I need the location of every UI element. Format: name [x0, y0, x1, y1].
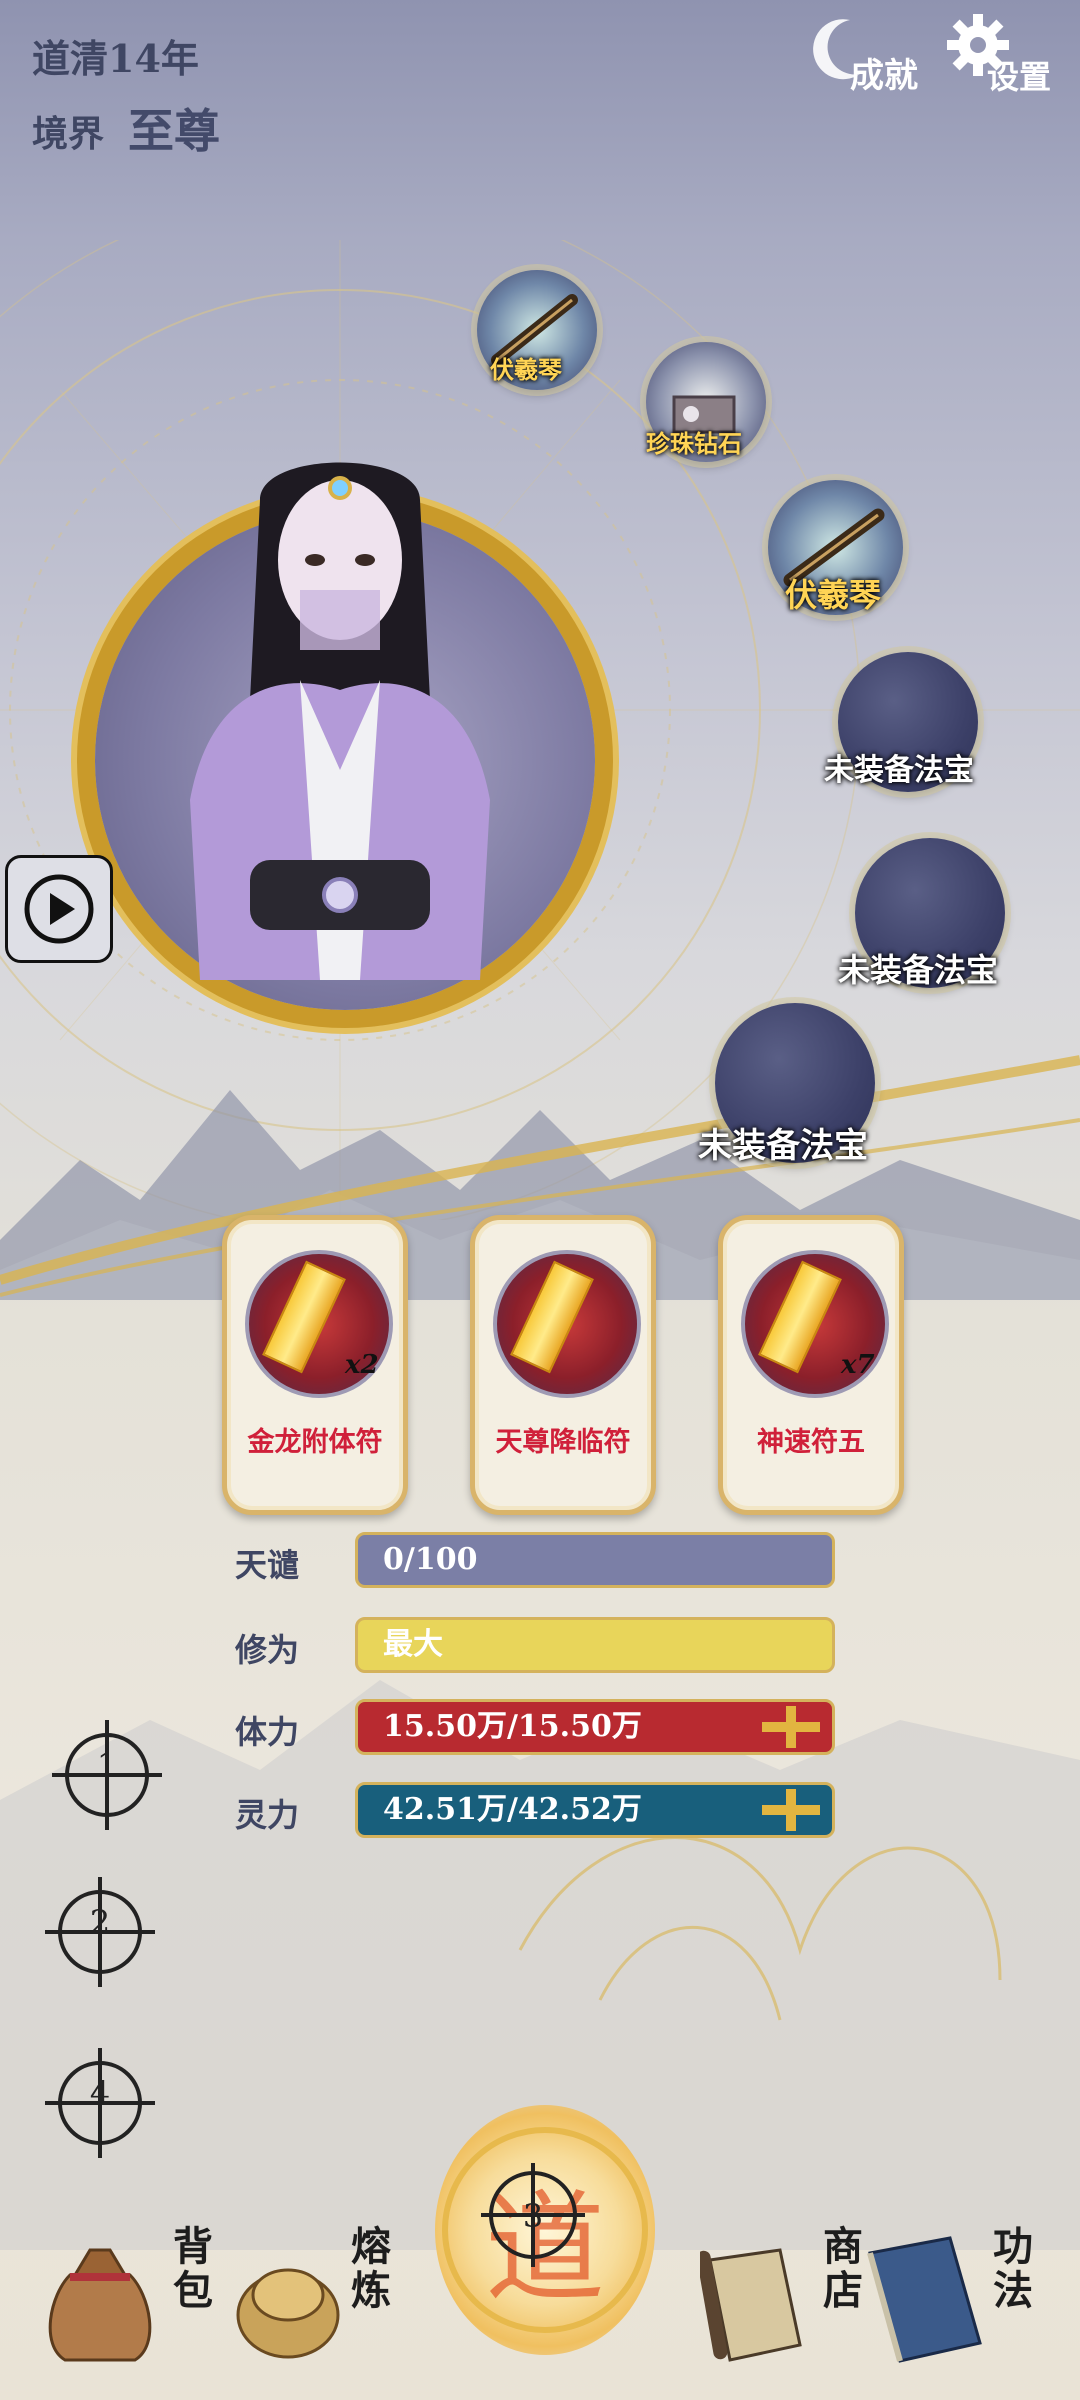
heaven-value: 0/100: [383, 1542, 478, 1577]
hp-plus-icon[interactable]: [756, 1704, 826, 1750]
talisman-card-3[interactable]: x7 神速符五: [718, 1215, 904, 1515]
equipment-slot-1-label: 伏羲琴: [490, 355, 562, 384]
crosshair-marker-2[interactable]: 2: [45, 1877, 155, 1987]
mp-plus-icon[interactable]: [756, 1787, 826, 1833]
play-button[interactable]: [5, 855, 113, 963]
nav-bag-label: 背包: [166, 2225, 213, 2313]
character-avatar[interactable]: [150, 440, 530, 980]
crosshair-marker-4[interactable]: 4: [45, 2048, 155, 2158]
realm-value: 至尊: [128, 104, 220, 158]
nav-forge[interactable]: 熔炼: [228, 2225, 398, 2375]
equipment-slot-4-label: 未装备法宝: [824, 753, 974, 788]
nav-skills[interactable]: 功法: [860, 2225, 1040, 2375]
equipment-slot-5-label: 未装备法宝: [838, 951, 999, 989]
marker-label: 4: [89, 2074, 111, 2112]
heaven-bar: 0/100: [355, 1532, 835, 1588]
achievement-label: 成就: [850, 56, 918, 96]
cultivation-value: 最大: [383, 1627, 443, 1662]
talisman-name: 金龙附体符: [247, 1427, 383, 1458]
nav-forge-label: 熔炼: [344, 2225, 391, 2313]
achievement-button[interactable]: 成就: [810, 12, 920, 96]
meditate-button[interactable]: 道 3: [435, 2105, 655, 2355]
bag-icon: [48, 2248, 152, 2362]
scroll-icon: [700, 2248, 802, 2362]
marker-label: 3: [522, 2197, 544, 2235]
marker-label: 1: [96, 1746, 118, 1784]
nav-bag[interactable]: 背包: [40, 2225, 213, 2375]
talisman-count: x7: [841, 1350, 875, 1380]
hp-bar: 15.50万/15.50万: [355, 1699, 835, 1755]
play-icon: [24, 874, 94, 944]
book-icon: [867, 2236, 982, 2363]
heaven-label: 天谴: [235, 1546, 300, 1584]
hp-label: 体力: [235, 1713, 300, 1751]
talisman-name: 神速符五: [757, 1427, 865, 1458]
cultivation-label: 修为: [235, 1631, 300, 1669]
talisman-card-1[interactable]: x2 金龙附体符: [222, 1215, 408, 1515]
equipment-slot-3-label: 伏羲琴: [785, 576, 882, 614]
forge-icon: [236, 2268, 340, 2359]
hp-value: 15.50万/15.50万: [383, 1709, 642, 1744]
marker-label: 2: [89, 1903, 111, 1941]
settings-label: 设置: [987, 58, 1052, 96]
talisman-name: 天尊降临符: [495, 1427, 631, 1458]
cultivation-bar: 最大: [355, 1617, 835, 1673]
settings-button[interactable]: 设置: [945, 12, 1065, 96]
talisman-card-2[interactable]: 天尊降临符: [470, 1215, 656, 1515]
mp-bar: 42.51万/42.52万: [355, 1782, 835, 1838]
talisman-count: x2: [345, 1350, 379, 1380]
realm-label: 境界: [32, 113, 105, 155]
equipment-slot-2-label: 珍珠钻石: [646, 429, 742, 458]
equipment-slot-6-label: 未装备法宝: [698, 1126, 868, 1166]
crosshair-marker-1[interactable]: 1: [52, 1720, 162, 1830]
dao-year-label: 道清14年: [32, 36, 199, 81]
mp-value: 42.51万/42.52万: [383, 1792, 642, 1827]
nav-skills-label: 功法: [986, 2225, 1033, 2313]
mp-label: 灵力: [235, 1796, 300, 1834]
nav-shop[interactable]: 商店: [700, 2225, 870, 2375]
